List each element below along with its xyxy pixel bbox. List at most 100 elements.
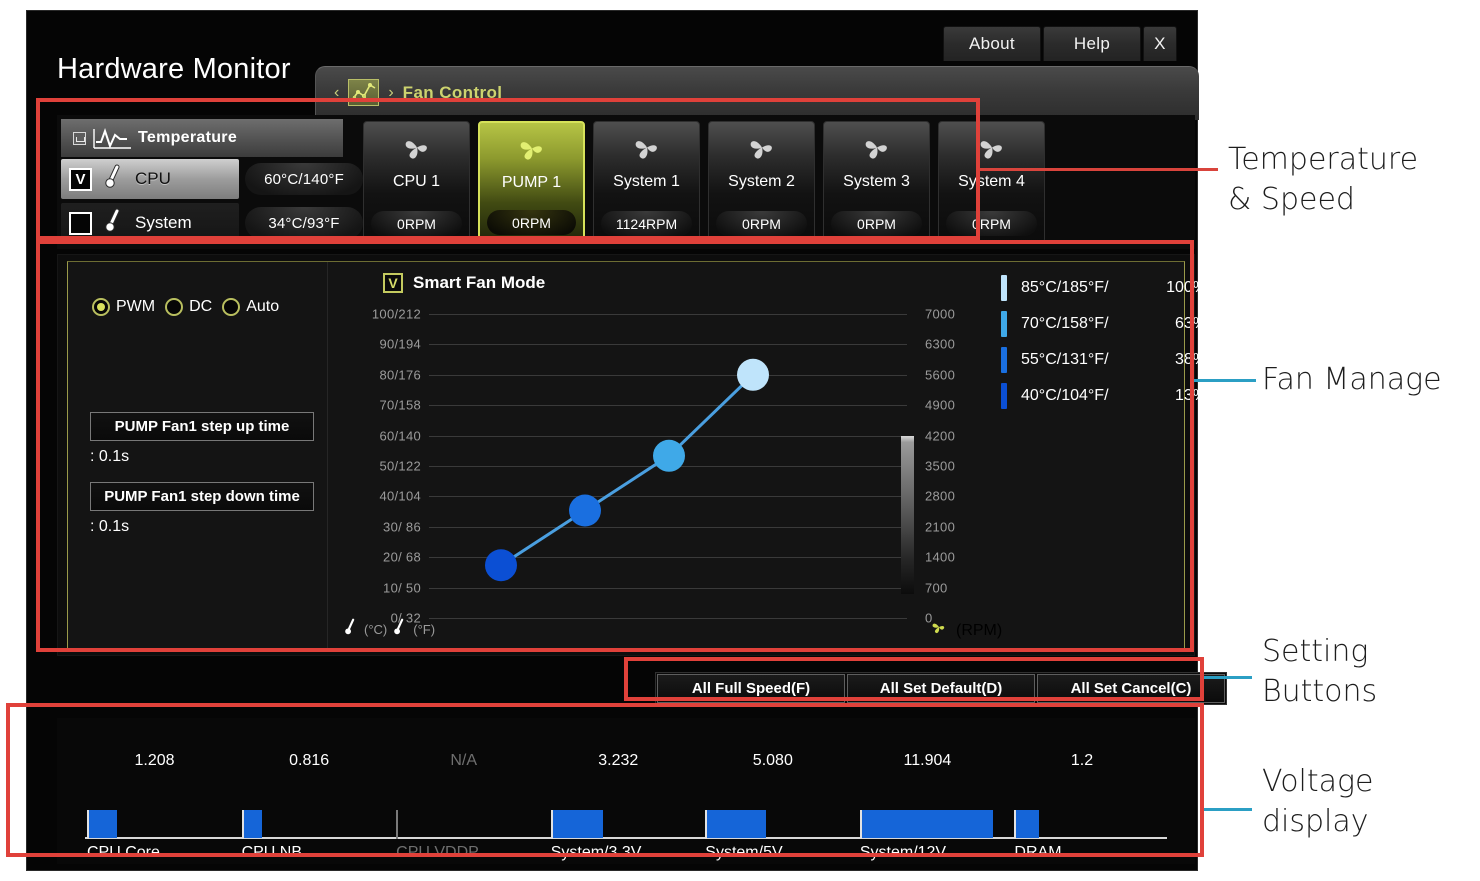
voltage-tick bbox=[396, 810, 398, 839]
step-down-time-value: : 0.1s bbox=[90, 518, 327, 536]
fan-icon bbox=[860, 134, 894, 169]
system-checkbox[interactable] bbox=[69, 212, 92, 235]
about-button[interactable]: About bbox=[943, 26, 1041, 61]
voltage-value: 3.232 bbox=[598, 752, 638, 770]
voltage-label: System/3.3V bbox=[551, 844, 642, 862]
y-axis-tick-right: 4900 bbox=[925, 398, 975, 413]
temperature-header-label: Temperature bbox=[138, 129, 237, 147]
chart-icon bbox=[348, 79, 379, 106]
fan-mode-auto[interactable]: Auto bbox=[222, 298, 279, 316]
fan-curve-point[interactable] bbox=[485, 549, 517, 581]
y-axis-tick-right: 2100 bbox=[925, 519, 975, 534]
fan-tab-system-3[interactable]: System 3 0RPM bbox=[823, 121, 930, 243]
thermometer-icon bbox=[392, 617, 408, 642]
y-axis-tick-left: 20/ 68 bbox=[345, 550, 421, 565]
fan-mode-dc[interactable]: DC bbox=[165, 298, 212, 316]
setting-button-all-set-default-d[interactable]: All Set Default(D) bbox=[847, 674, 1035, 703]
radio-icon[interactable] bbox=[165, 298, 183, 316]
fan-curve-point[interactable] bbox=[737, 359, 769, 391]
voltage-display-panel: 1.208 0.816 N/A 3.232 5.080 11.904 1.2 C… bbox=[57, 718, 1195, 864]
setting-buttons-row: All Full Speed(F) All Set Default(D) All… bbox=[655, 672, 1227, 705]
radio-icon[interactable] bbox=[222, 298, 240, 316]
fan-curve-legend: 85°C/185°F/ 100% 70°C/158°F/ 63% 55°C/13… bbox=[1001, 270, 1207, 414]
y-axis-tick-left: 90/194 bbox=[345, 337, 421, 352]
help-button[interactable]: Help bbox=[1043, 26, 1141, 61]
fan-curve-line bbox=[429, 300, 907, 664]
breadcrumb-prev-icon[interactable]: ‹ bbox=[334, 84, 339, 102]
step-down-time-button[interactable]: PUMP Fan1 step down time bbox=[90, 482, 314, 511]
setting-button-all-set-cancel-c[interactable]: All Set Cancel(C) bbox=[1037, 674, 1225, 703]
close-button[interactable]: X bbox=[1143, 26, 1177, 61]
cpu-checkbox[interactable]: V bbox=[69, 168, 92, 191]
annotation-leader-voltage bbox=[1204, 808, 1252, 811]
y-axis-tick-right: 4200 bbox=[925, 428, 975, 443]
annotation-setting-buttons: Setting Buttons bbox=[1262, 632, 1480, 712]
annotation-leader-fan-manage bbox=[1194, 379, 1256, 382]
voltage-bar bbox=[862, 810, 993, 838]
temperature-row-cpu[interactable]: V CPU 60°C/140°F bbox=[61, 157, 343, 201]
fan-icon bbox=[400, 134, 434, 169]
thermometer-icon bbox=[103, 164, 125, 195]
fan-tab-rpm: 0RPM bbox=[946, 211, 1037, 236]
breadcrumb-next-icon[interactable]: › bbox=[388, 84, 393, 102]
fan-mode-pwm[interactable]: PWM bbox=[92, 298, 155, 316]
thermometer-icon bbox=[103, 208, 125, 239]
voltage-label: DRAM bbox=[1014, 844, 1061, 862]
legend-temperature: 40°C/104°F/ bbox=[1021, 387, 1155, 405]
legend-swatch bbox=[1001, 311, 1007, 337]
step-up-time-button[interactable]: PUMP Fan1 step up time bbox=[90, 412, 314, 441]
fan-mode-column: PWM DC Auto PUMP Fan1 step up time bbox=[68, 262, 328, 648]
breadcrumb: ‹ › Fan Control bbox=[315, 66, 1199, 120]
fan-tab-rpm: 0RPM bbox=[831, 211, 922, 236]
fan-tab-pump-1[interactable]: PUMP 1 0RPM bbox=[478, 121, 585, 243]
temperature-list: Temperature V CPU 60°C/140°F bbox=[61, 119, 343, 245]
fan-curve-point[interactable] bbox=[653, 440, 685, 472]
fan-mode-label: Auto bbox=[246, 298, 279, 316]
fan-tab-rpm: 0RPM bbox=[487, 210, 576, 235]
celsius-unit-label: (°C) bbox=[364, 622, 387, 637]
y-axis-tick-right: 6300 bbox=[925, 337, 975, 352]
voltage-label: CPU NB bbox=[242, 844, 302, 862]
fan-curve-point[interactable] bbox=[569, 495, 601, 527]
fan-tab-list: CPU 1 0RPM PUMP 1 0RPM System 1 1124RPM … bbox=[363, 121, 1045, 243]
y-axis-tick-left: 60/140 bbox=[345, 428, 421, 443]
legend-row: 40°C/104°F/ 13% bbox=[1001, 378, 1207, 414]
setting-button-all-full-speed-f[interactable]: All Full Speed(F) bbox=[657, 674, 845, 703]
voltage-values: 1.208 0.816 N/A 3.232 5.080 11.904 1.2 bbox=[57, 752, 1195, 776]
fan-mode-label: PWM bbox=[116, 298, 155, 316]
fan-tab-rpm: 1124RPM bbox=[601, 211, 692, 236]
voltage-value: 1.2 bbox=[1071, 752, 1093, 770]
voltage-value: 0.816 bbox=[289, 752, 329, 770]
legend-swatch bbox=[1001, 275, 1007, 301]
temperature-header: Temperature bbox=[61, 119, 343, 157]
voltage-bar bbox=[244, 810, 262, 838]
fan-tab-system-1[interactable]: System 1 1124RPM bbox=[593, 121, 700, 243]
smart-fan-mode-checkbox[interactable]: V bbox=[383, 273, 403, 293]
legend-percent: 100% bbox=[1155, 279, 1207, 297]
cpu-temperature-value: 60°C/140°F bbox=[245, 163, 363, 195]
fan-icon bbox=[515, 135, 549, 170]
fan-tab-label: System 4 bbox=[958, 173, 1025, 191]
y-axis-tick-left: 70/158 bbox=[345, 398, 421, 413]
thermometer-icon bbox=[343, 617, 359, 642]
fan-tab-cpu-1[interactable]: CPU 1 0RPM bbox=[363, 121, 470, 243]
y-axis-tick-left: 10/ 50 bbox=[345, 580, 421, 595]
annotation-voltage-display: Voltage display bbox=[1262, 762, 1480, 842]
fan-tab-label: System 1 bbox=[613, 173, 680, 191]
fan-tab-label: System 2 bbox=[728, 173, 795, 191]
legend-percent: 63% bbox=[1155, 315, 1207, 333]
radio-icon[interactable] bbox=[92, 298, 110, 316]
legend-temperature: 85°C/185°F/ bbox=[1021, 279, 1155, 297]
fan-tab-system-2[interactable]: System 2 0RPM bbox=[708, 121, 815, 243]
annotation-temperature-speed: Temperature & Speed bbox=[1228, 140, 1478, 220]
current-rpm-gauge bbox=[901, 436, 914, 594]
temperature-collapse-icon[interactable] bbox=[73, 132, 86, 145]
fan-tab-system-4[interactable]: System 4 0RPM bbox=[938, 121, 1045, 243]
temperature-row-system[interactable]: System 34°C/93°F bbox=[61, 201, 343, 245]
legend-temperature: 70°C/158°F/ bbox=[1021, 315, 1155, 333]
rpm-unit-label: (RPM) bbox=[956, 622, 1002, 640]
waveform-icon bbox=[93, 126, 133, 157]
voltage-label: System/12V bbox=[860, 844, 946, 862]
fan-icon bbox=[975, 134, 1009, 169]
fan-mode-label: DC bbox=[189, 298, 212, 316]
